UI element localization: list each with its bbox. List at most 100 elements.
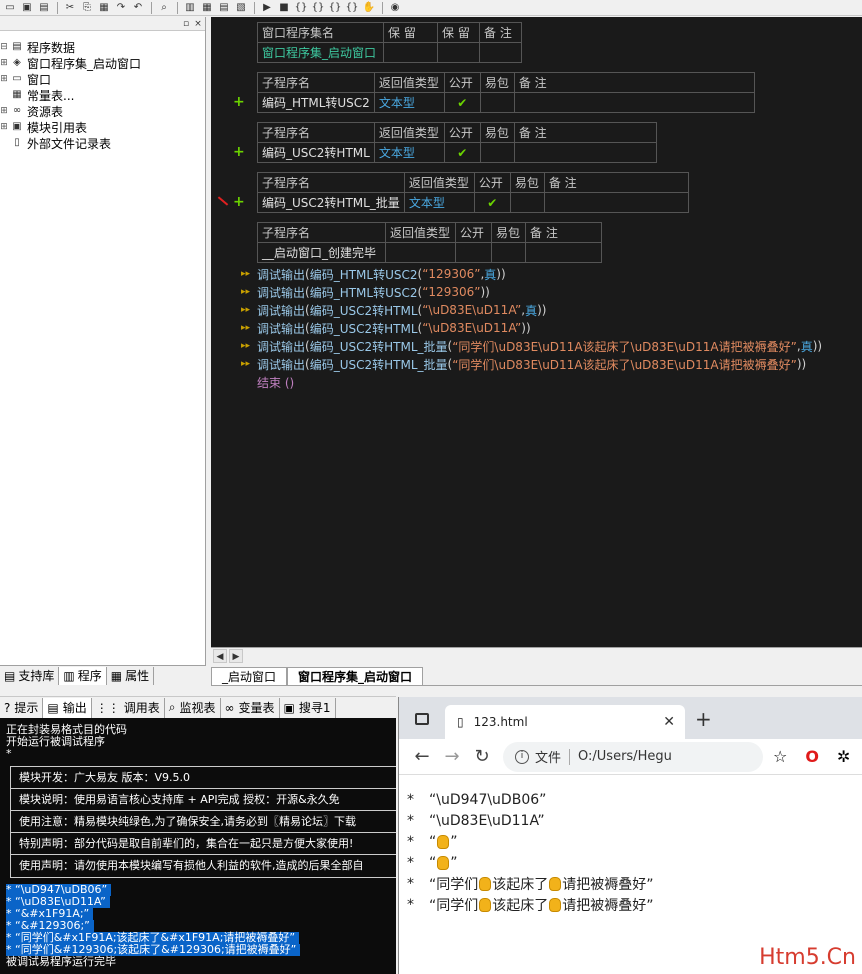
step-into-icon[interactable]: {} [293, 1, 309, 15]
expand-icon[interactable]: ⊞ [0, 122, 8, 132]
tree-item-window[interactable]: ⊞ ▭ 窗口 [0, 71, 205, 87]
extensions-icon[interactable]: ✲ [837, 747, 850, 766]
code-editor[interactable]: 窗口程序集名 保 留 保 留 备 注 窗口程序集_启动窗口 + 子程序名 返回值… [211, 17, 862, 647]
folder-icon[interactable]: ▣ [19, 1, 35, 15]
save-icon[interactable]: ▤ [36, 1, 52, 15]
collapse-icon[interactable]: ⊟ [0, 42, 8, 52]
code-line[interactable]: 结束 () [241, 373, 822, 391]
binoculars-icon[interactable]: ◉ [387, 1, 403, 15]
tab-support-lib[interactable]: ▤ 支持库 [0, 666, 60, 685]
check-icon[interactable]: ✔ [443, 142, 481, 163]
page-line: * “同学们 该起床了 请把被褥叠好” [407, 896, 654, 914]
open-icon[interactable]: ▭ [2, 1, 18, 15]
opera-icon[interactable]: O [805, 747, 819, 766]
expand-plus-icon[interactable]: + [233, 144, 245, 160]
tree-item-resource[interactable]: ⊞ ∞ 资源表 [0, 103, 205, 119]
class-name-cell[interactable]: 窗口程序集_启动窗口 [257, 42, 384, 63]
code-line[interactable]: ▸▸ 调试输出 (编码_USC2转HTML (“\uD83E\uD11A”, 真… [241, 301, 822, 319]
flow-arrow-icon: ▸▸ [241, 269, 251, 279]
back-icon[interactable]: ← [407, 746, 437, 767]
browser-window: ▯ 123.html ✕ + ← → ↻ i 文件 O:/Users/Hegu … [398, 697, 862, 974]
forward-icon[interactable]: → [437, 746, 467, 767]
layout-3-icon[interactable]: ▤ [216, 1, 232, 15]
class-table: 窗口程序集名 保 留 保 留 备 注 窗口程序集_启动窗口 [257, 22, 522, 63]
expand-icon[interactable]: ⊞ [0, 106, 8, 116]
sub-name-cell[interactable]: 编码_USC2转HTML [257, 142, 375, 163]
run-to-icon[interactable]: {} [344, 1, 360, 15]
page-line: * “\uD83E\uD11A” [407, 812, 545, 829]
info-icon[interactable]: i [515, 749, 529, 764]
reload-icon[interactable]: ↻ [467, 746, 497, 767]
sub-table: 子程序名 返回值类型 公开 易包 备 注 编码_HTML转USC2 文本型 ✔ [257, 72, 755, 113]
close-tab-icon[interactable]: ✕ [663, 714, 675, 730]
window-menu-icon[interactable] [415, 713, 429, 725]
layout-4-icon[interactable]: ▧ [233, 1, 249, 15]
expand-plus-icon[interactable]: + [233, 94, 245, 110]
tab-startup-window[interactable]: _启动窗口 [211, 667, 288, 685]
run-icon[interactable]: ▶ [259, 1, 275, 15]
layout-1-icon[interactable]: ▥ [182, 1, 198, 15]
panel-header: ▫ × [0, 17, 205, 31]
expand-icon[interactable]: ⊞ [0, 58, 8, 68]
find-icon[interactable]: ⌕ [156, 1, 172, 15]
sub-table: 子程序名 返回值类型 公开 易包 备 注 __启动窗口_创建完毕 [257, 222, 602, 263]
undo-icon[interactable]: ↶ [130, 1, 146, 15]
expand-plus-icon[interactable]: + [233, 194, 245, 210]
scroll-left-icon[interactable]: ◀ [213, 648, 227, 663]
tree-item-program-data[interactable]: ⊟ ▤ 程序数据 [0, 39, 205, 55]
copy-icon[interactable]: ⎘ [79, 1, 95, 15]
sub-name-cell[interactable]: __启动窗口_创建完毕 [257, 242, 386, 263]
favorite-add-icon[interactable]: ☆ [773, 747, 787, 766]
code-line[interactable]: ▸▸ 调试输出 (编码_HTML转USC2 (“129306”, 真)) [241, 265, 822, 283]
code-line[interactable]: ▸▸ 调试输出 (编码_USC2转HTML_批量 (“同学们\uD83E\uD1… [241, 355, 822, 373]
code-line[interactable]: ▸▸ 调试输出 (编码_HTML转USC2 (“129306”)) [241, 283, 822, 301]
file-icon: ▯ [14, 137, 20, 148]
code-line[interactable]: ▸▸ 调试输出 (编码_USC2转HTML_批量 (“同学们\uD83E\uD1… [241, 337, 822, 355]
variables-icon: ∞ [224, 700, 235, 715]
breakpoint-marker[interactable] [217, 196, 229, 206]
new-tab-icon[interactable]: + [695, 707, 712, 731]
tree-item-class[interactable]: ⊞ ◈ 窗口程序集_启动窗口 [0, 55, 205, 71]
redo-icon[interactable]: ↷ [113, 1, 129, 15]
expand-icon[interactable]: ⊞ [0, 74, 8, 84]
tab-watch[interactable]: ⌕ 监视表 [165, 697, 221, 718]
tab-call-stack[interactable]: ⋮⋮ 调用表 [92, 697, 165, 718]
paste-icon[interactable]: ▦ [96, 1, 112, 15]
check-icon[interactable]: ✔ [443, 92, 481, 113]
restore-icon[interactable]: ▫ [181, 19, 191, 29]
toolbar-separator [382, 1, 383, 14]
tab-hint[interactable]: ? 提示 [0, 697, 44, 718]
tab-window-class[interactable]: 窗口程序集_启动窗口 [287, 667, 424, 685]
tab-search1[interactable]: ▣ 搜寻1 [280, 697, 336, 718]
sub-name-cell[interactable]: 编码_HTML转USC2 [257, 92, 375, 113]
tree-item-const[interactable]: ▦ 常量表... [0, 87, 205, 103]
output-tabs: ? 提示 ▤ 输出 ⋮⋮ 调用表 ⌕ 监视表 ∞ 变量表 ▣ 搜寻1 [0, 696, 396, 718]
layout-2-icon[interactable]: ▦ [199, 1, 215, 15]
project-panel: ▫ × ⊟ ▤ 程序数据 ⊞ ◈ 窗口程序集_启动窗口 ⊞ ▭ 窗口 ▦ 常量表… [0, 17, 206, 667]
tab-output[interactable]: ▤ 输出 [43, 697, 92, 718]
scroll-right-icon[interactable]: ▶ [229, 648, 243, 663]
stop-icon[interactable]: ■ [276, 1, 292, 15]
browser-tab[interactable]: ▯ 123.html ✕ [445, 705, 685, 739]
const-icon: ▦ [12, 89, 22, 100]
tree-item-module[interactable]: ⊞ ▣ 模块引用表 [0, 119, 205, 135]
hand-icon[interactable]: ✋ [361, 1, 377, 15]
step-over-icon[interactable]: {} [310, 1, 326, 15]
cut-icon[interactable]: ✂ [62, 1, 78, 15]
address-bar[interactable]: i 文件 O:/Users/Hegu [503, 741, 763, 772]
code-line[interactable]: ▸▸ 调试输出 (编码_USC2转HTML (“\uD83E\uD11A”)) [241, 319, 822, 337]
hint-icon: ? [4, 700, 11, 715]
call-stack-icon: ⋮⋮ [95, 700, 120, 715]
check-icon[interactable]: ✔ [473, 192, 511, 213]
tab-variables[interactable]: ∞ 变量表 [221, 697, 280, 718]
step-out-icon[interactable]: {} [327, 1, 343, 15]
tree-item-extfile[interactable]: ▯ 外部文件记录表 [0, 135, 205, 151]
raised-hand-emoji-icon [437, 834, 450, 849]
tab-program[interactable]: ▥ 程序 [59, 666, 107, 685]
sub-name-cell[interactable]: 编码_USC2转HTML_批量 [257, 192, 405, 213]
close-icon[interactable]: × [193, 19, 203, 29]
browser-tab-strip: ▯ 123.html ✕ + [399, 697, 862, 739]
editor-hscroll[interactable]: ◀ ▶ [211, 647, 862, 663]
output-console[interactable]: 正在封装易格式目的代码 开始运行被调试程序 * 模块开发：广大易友 版本：V9.… [0, 718, 396, 974]
tab-properties[interactable]: ▦ 属性 [107, 666, 155, 685]
